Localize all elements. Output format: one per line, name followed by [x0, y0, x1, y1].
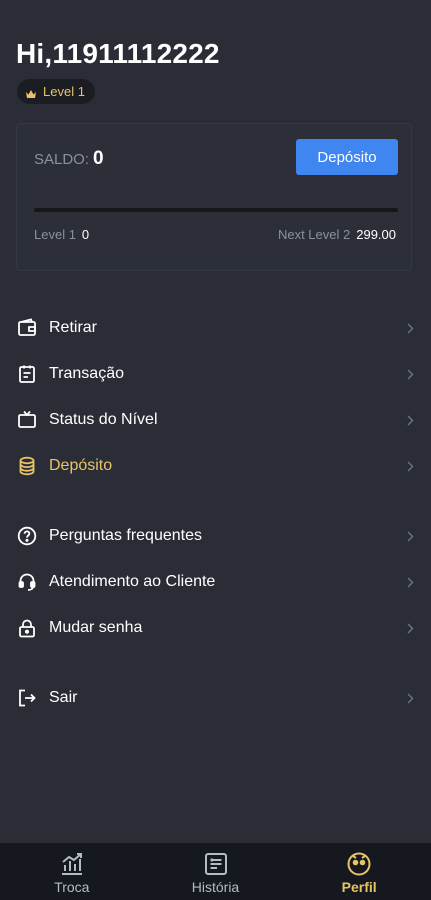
- headset-icon: [16, 571, 38, 593]
- chevron-right-icon: [405, 692, 415, 704]
- menu-item-mudar-senha[interactable]: Mudar senha: [0, 608, 431, 648]
- menu-item-sair[interactable]: Sair: [0, 678, 431, 718]
- chevron-right-icon: [405, 414, 415, 426]
- balance-card: SALDO: 0 Depósito Level 1 0 Next Level 2…: [16, 123, 412, 271]
- tab-label-perfil: Perfil: [341, 879, 377, 895]
- current-level: Level 1 0: [34, 227, 89, 242]
- menu-label-sair: Sair: [49, 689, 78, 706]
- balance-row: SALDO: 0: [34, 148, 104, 170]
- chart-icon: [59, 851, 85, 877]
- crown-icon: [25, 87, 37, 98]
- level-badge: Level 1: [17, 79, 95, 104]
- lock-icon: [16, 617, 38, 639]
- profile-face-icon: [346, 851, 372, 877]
- bottom-tab-bar: Troca História Perfil: [0, 843, 431, 900]
- menu-item-perguntas[interactable]: Perguntas frequentes: [0, 516, 431, 556]
- chevron-right-icon: [405, 530, 415, 542]
- menu-item-retirar[interactable]: Retirar: [0, 308, 431, 348]
- greeting-title: Hi,11911112222: [16, 38, 220, 69]
- chevron-right-icon: [405, 368, 415, 380]
- chevron-right-icon: [405, 322, 415, 334]
- next-level-label: Next Level 2: [277, 227, 351, 242]
- tab-historia[interactable]: História: [144, 843, 288, 900]
- menu-label-deposito: Depósito: [49, 457, 113, 474]
- tab-perfil[interactable]: Perfil: [287, 843, 431, 900]
- wallet-icon: [16, 317, 38, 339]
- menu-item-transacao[interactable]: Transação: [0, 354, 431, 394]
- logout-icon: [16, 687, 38, 709]
- chevron-right-icon: [405, 622, 415, 634]
- balance-value: 0: [93, 148, 104, 169]
- menu-label-atendimento: Atendimento ao Cliente: [49, 573, 216, 590]
- menu-label-retirar: Retirar: [49, 319, 98, 336]
- menu-item-status-nivel[interactable]: Status do Nível: [0, 400, 431, 440]
- current-level-label: Level 1: [34, 227, 76, 242]
- menu-item-atendimento[interactable]: Atendimento ao Cliente: [0, 562, 431, 602]
- next-level-value: 299.00: [356, 227, 396, 242]
- menu-label-perguntas: Perguntas frequentes: [49, 527, 202, 544]
- tab-label-historia: História: [191, 879, 240, 895]
- menu-label-status-nivel: Status do Nível: [49, 411, 158, 428]
- chevron-right-icon: [405, 576, 415, 588]
- tab-label-troca: Troca: [54, 879, 90, 895]
- level-progress-bar: [34, 208, 398, 212]
- tab-troca[interactable]: Troca: [0, 843, 144, 900]
- deposit-button[interactable]: Depósito: [296, 139, 398, 175]
- menu-label-mudar-senha: Mudar senha: [49, 619, 143, 636]
- history-icon: [203, 851, 229, 877]
- clipboard-icon: [16, 363, 38, 385]
- menu-item-deposito[interactable]: Depósito: [0, 446, 431, 486]
- tv-icon: [16, 409, 38, 431]
- chevron-right-icon: [405, 460, 415, 472]
- question-icon: [16, 525, 38, 547]
- coins-icon: [16, 455, 38, 477]
- balance-label: SALDO:: [34, 151, 90, 168]
- current-level-value: 0: [81, 227, 90, 242]
- profile-page: Hi,11911112222 Level 1 SALDO: 0 Depósito…: [0, 0, 431, 900]
- menu-label-transacao: Transação: [49, 365, 124, 382]
- level-badge-label: Level 1: [43, 84, 85, 99]
- next-level: Next Level 2 299.00: [278, 227, 396, 242]
